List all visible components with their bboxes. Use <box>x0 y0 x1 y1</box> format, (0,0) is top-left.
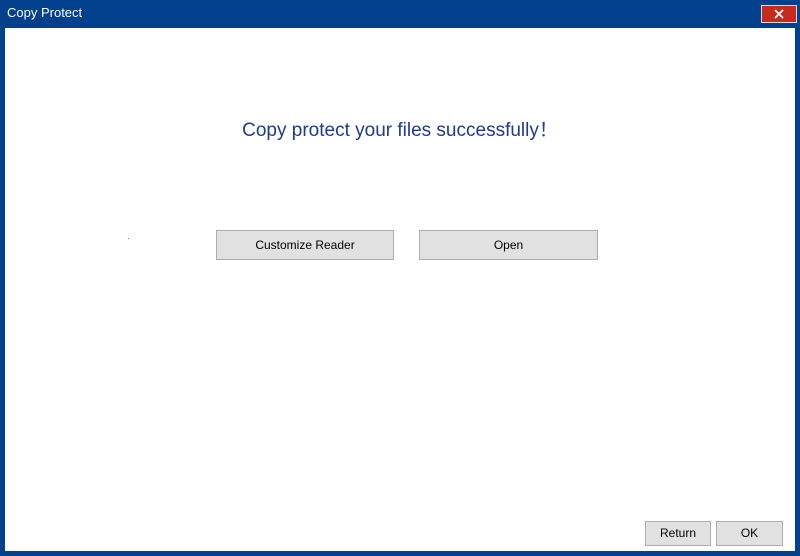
return-button[interactable]: Return <box>645 521 711 546</box>
customize-reader-button[interactable]: Customize Reader <box>216 230 394 260</box>
ok-button[interactable]: OK <box>716 521 783 546</box>
open-button[interactable]: Open <box>419 230 598 260</box>
close-icon <box>774 9 784 19</box>
success-message: Copy protect your files successfully！ <box>242 120 558 141</box>
window-title: Copy Protect <box>7 5 83 20</box>
dialog-body: Copy protect your files successfully！ Cu… <box>5 28 795 551</box>
close-button[interactable] <box>761 5 797 23</box>
copy-protect-window: Copy Protect Copy protect your files suc… <box>0 0 800 556</box>
stray-dot <box>128 238 129 239</box>
title-bar[interactable]: Copy Protect <box>5 0 797 28</box>
